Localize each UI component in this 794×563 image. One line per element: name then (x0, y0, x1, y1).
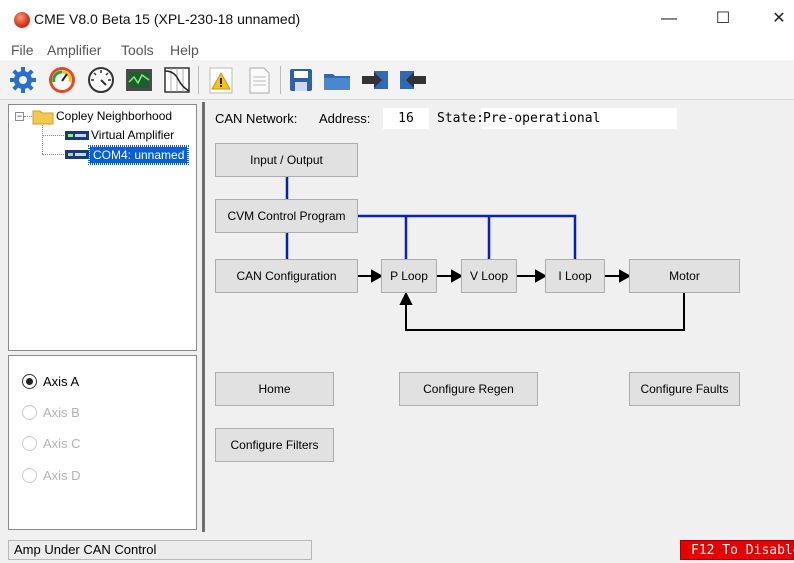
cvm-control-program-button[interactable]: CVM Control Program (215, 199, 358, 233)
save-icon[interactable] (286, 65, 316, 95)
tree-connector (42, 154, 64, 155)
folder-icon (32, 110, 54, 125)
close-button[interactable]: ✕ (756, 6, 794, 32)
state-value: Pre-operational (481, 108, 677, 129)
gear-icon[interactable] (8, 65, 38, 95)
motor-button[interactable]: Motor (629, 259, 740, 293)
home-button[interactable]: Home (215, 372, 334, 406)
axis-c-label: Axis C (43, 436, 81, 451)
tree-root-label[interactable]: Copley Neighborhood (56, 109, 172, 123)
radio-button (22, 405, 37, 420)
warning-icon[interactable] (206, 65, 236, 95)
v-loop-button[interactable]: V Loop (461, 259, 517, 293)
menu-bar: File Amplifier Tools Help (0, 38, 794, 60)
i-loop-button[interactable]: I Loop (545, 259, 605, 293)
axis-d-label: Axis D (43, 468, 81, 483)
maximize-button[interactable]: ☐ (700, 6, 746, 32)
can-network-label: CAN Network: (215, 111, 298, 126)
gauge-icon[interactable] (47, 65, 77, 95)
title-bar: CME V8.0 Beta 15 (XPL-230-18 unnamed) — … (0, 0, 794, 38)
tree-connector (24, 116, 32, 117)
axis-selector: Axis A Axis B Axis C Axis D (8, 355, 197, 530)
configure-filters-button[interactable]: Configure Filters (215, 428, 334, 462)
dial-icon[interactable] (86, 65, 116, 95)
app-logo-icon (14, 12, 30, 28)
axis-b-label: Axis B (43, 405, 80, 420)
p-loop-button[interactable]: P Loop (381, 259, 437, 293)
tree-connector (42, 135, 64, 136)
menu-file[interactable]: File (11, 42, 34, 58)
toolbar-separator (198, 66, 199, 94)
menu-help[interactable]: Help (170, 42, 199, 58)
amplifier-icon (65, 131, 89, 140)
window-title: CME V8.0 Beta 15 (XPL-230-18 unnamed) (34, 11, 301, 27)
folder-icon[interactable] (322, 65, 352, 95)
can-configuration-button[interactable]: CAN Configuration (215, 259, 358, 293)
status-message: Amp Under CAN Control (8, 540, 312, 560)
toolbar-separator (280, 66, 281, 94)
document-icon[interactable] (244, 65, 274, 95)
tree-connector (42, 125, 43, 154)
chart-icon[interactable] (162, 65, 192, 95)
configure-faults-button[interactable]: Configure Faults (629, 372, 740, 406)
axis-a-label: Axis A (43, 374, 80, 389)
tree-item-virtual-amplifier[interactable]: Virtual Amplifier (91, 128, 174, 142)
configure-regen-button[interactable]: Configure Regen (399, 372, 538, 406)
address-label: Address: (319, 111, 371, 126)
state-label: State: (437, 111, 484, 126)
input-output-button[interactable]: Input / Output (215, 143, 358, 177)
cvm-bus-link (358, 214, 577, 259)
radio-button (22, 436, 37, 451)
amplifier-tree: − Copley Neighborhood Virtual Amplifier … (8, 104, 197, 351)
status-bar: Amp Under CAN Control F12 To Disable (0, 532, 794, 563)
motor-feedback-arrow (405, 293, 685, 331)
amplifier-icon (65, 150, 89, 159)
toolbar (0, 60, 794, 100)
radio-button (22, 468, 37, 483)
cme-main-window: CME V8.0 Beta 15 (XPL-230-18 unnamed) — … (0, 0, 794, 563)
tree-expander[interactable]: − (15, 112, 24, 121)
address-value: 16 (383, 108, 429, 129)
menu-tools[interactable]: Tools (121, 42, 154, 58)
control-panel: CAN Network: Address: 16 State: Pre-oper… (205, 102, 794, 532)
scope-icon[interactable] (124, 65, 154, 95)
menu-amplifier[interactable]: Amplifier (47, 42, 101, 58)
minimize-button[interactable]: — (646, 6, 692, 32)
download-icon[interactable] (360, 65, 390, 95)
tree-item-com4[interactable]: COM4: unnamed (87, 145, 190, 165)
upload-icon[interactable] (398, 65, 428, 95)
radio-button[interactable] (22, 374, 37, 389)
f12-disable-badge[interactable]: F12 To Disable (680, 540, 794, 560)
